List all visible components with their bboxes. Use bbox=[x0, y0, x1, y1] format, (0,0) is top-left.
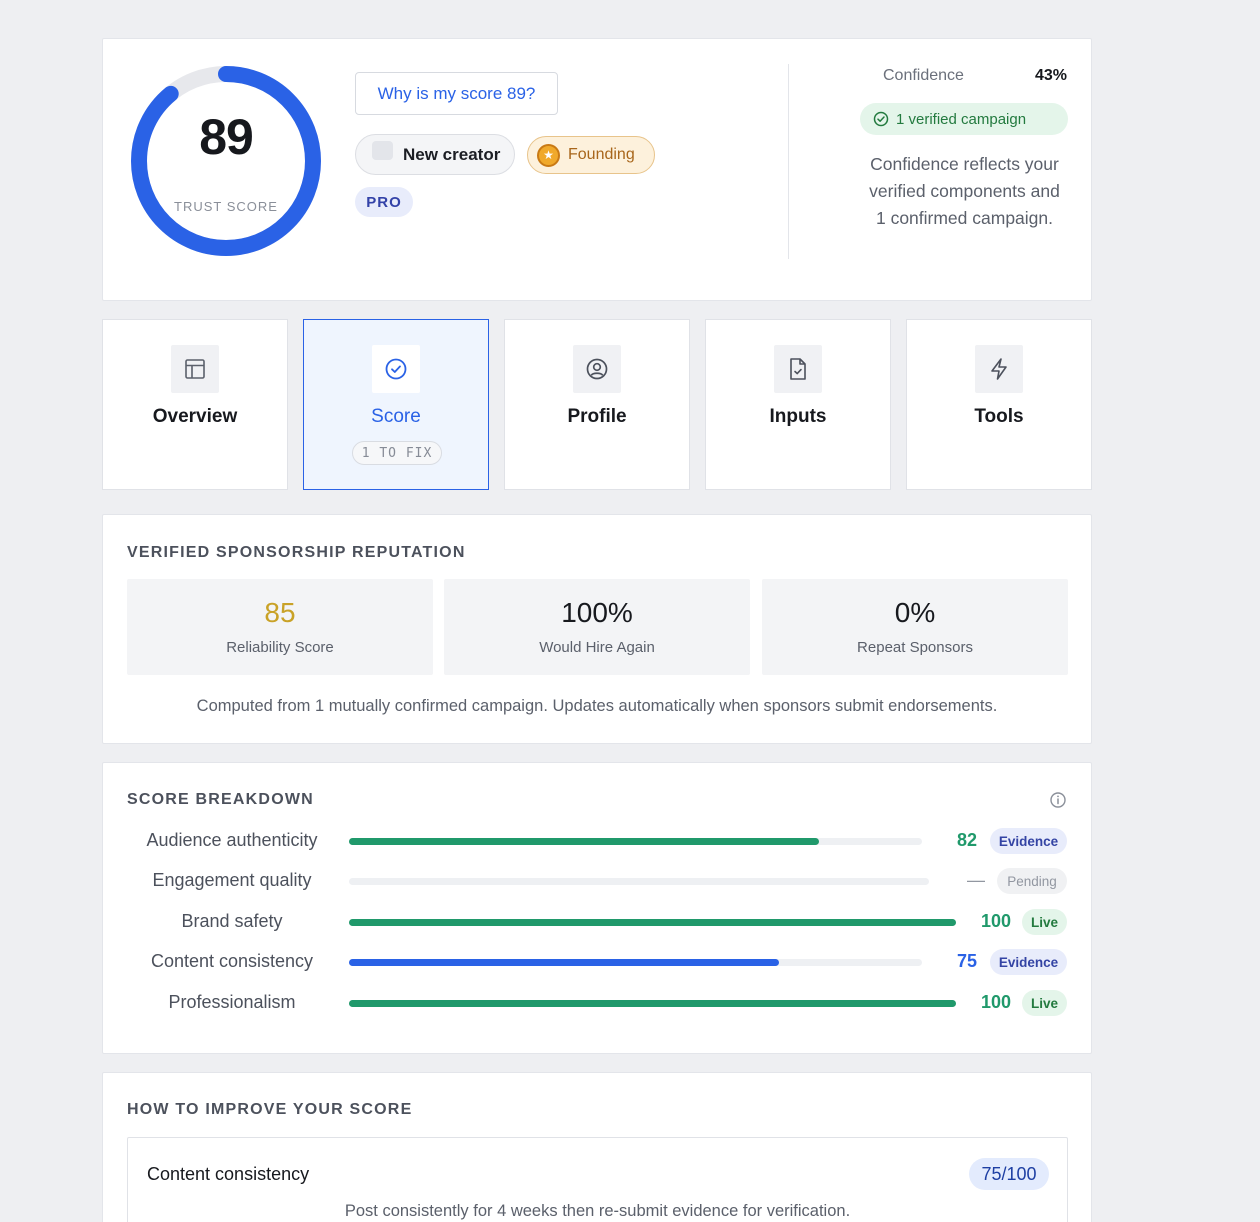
verified-campaign-pill: 1 verified campaign bbox=[860, 103, 1068, 135]
stat-value: 85 bbox=[264, 597, 296, 628]
tab-score[interactable]: Score 1 TO FIX bbox=[303, 319, 489, 490]
to-fix-badge: 1 TO FIX bbox=[352, 441, 442, 465]
sponsorship-reputation-card: VERIFIED SPONSORSHIP REPUTATION 85 Relia… bbox=[102, 514, 1092, 744]
breakdown-track bbox=[349, 1000, 956, 1007]
breakdown-label: Content consistency bbox=[150, 951, 314, 971]
improve-item-description: Post consistently for 4 weeks then re-su… bbox=[344, 1202, 851, 1220]
breakdown-label: Audience authenticity bbox=[146, 830, 318, 850]
breakdown-title: SCORE BREAKDOWN bbox=[127, 791, 314, 808]
trust-score-card: 89 TRUST SCORE Why is my score 89? New c… bbox=[102, 38, 1092, 301]
tab-tools-label: Tools bbox=[974, 406, 1024, 427]
live-tag: Live bbox=[1022, 990, 1067, 1016]
star-icon: ★ bbox=[537, 143, 560, 167]
tab-profile[interactable]: Profile bbox=[504, 319, 690, 490]
live-tag: Live bbox=[1022, 909, 1067, 935]
stat-reliability: 85 Reliability Score bbox=[127, 579, 433, 675]
new-creator-chip: New creator bbox=[355, 134, 515, 175]
breakdown-row-content-consistency: Content consistency 75 Evidence bbox=[103, 947, 1091, 977]
improve-item[interactable]: Content consistency 75/100 Post consiste… bbox=[127, 1137, 1068, 1222]
confidence-description: Confidence reflects your verified compon… bbox=[869, 154, 1060, 228]
trust-score-label: TRUST SCORE bbox=[174, 199, 278, 214]
stat-value: 100% bbox=[561, 597, 633, 628]
breakdown-label: Brand safety bbox=[181, 911, 283, 931]
founding-label: Founding bbox=[568, 146, 635, 163]
breakdown-score: 75 bbox=[956, 951, 977, 971]
breakdown-track bbox=[349, 959, 922, 966]
breakdown-track bbox=[349, 919, 956, 926]
evidence-tag: Evidence bbox=[990, 949, 1067, 975]
evidence-tag: Evidence bbox=[990, 828, 1067, 854]
stat-would-hire-again: 100% Would Hire Again bbox=[444, 579, 750, 675]
confidence-label: Confidence bbox=[883, 67, 964, 84]
lightning-icon bbox=[975, 345, 1023, 393]
why-score-button[interactable]: Why is my score 89? bbox=[355, 72, 558, 115]
stat-label: Would Hire Again bbox=[539, 639, 655, 656]
breakdown-row-brand-safety: Brand safety 100 Live bbox=[103, 907, 1091, 937]
trust-score-gauge: 89 TRUST SCORE bbox=[129, 64, 323, 258]
improve-score-card: HOW TO IMPROVE YOUR SCORE Content consis… bbox=[102, 1072, 1092, 1222]
score-breakdown-card: SCORE BREAKDOWN Audience authenticity 82… bbox=[102, 762, 1092, 1054]
reputation-title: VERIFIED SPONSORSHIP REPUTATION bbox=[127, 544, 466, 561]
tab-inputs[interactable]: Inputs bbox=[705, 319, 891, 490]
breakdown-fill bbox=[349, 919, 956, 926]
founding-chip: ★ Founding bbox=[527, 136, 655, 174]
stat-repeat-sponsors: 0% Repeat Sponsors bbox=[762, 579, 1068, 675]
pro-badge: PRO bbox=[355, 187, 413, 217]
trust-score-value: 89 bbox=[199, 109, 254, 165]
stat-value: 0% bbox=[894, 597, 936, 628]
tab-tools[interactable]: Tools bbox=[906, 319, 1092, 490]
breakdown-score: 82 bbox=[956, 830, 977, 850]
new-creator-label: New creator bbox=[403, 144, 501, 164]
breakdown-score: — bbox=[967, 870, 985, 890]
check-circle-icon bbox=[873, 111, 889, 127]
hero-divider bbox=[788, 64, 789, 259]
tab-inputs-label: Inputs bbox=[769, 406, 827, 427]
pending-tag: Pending bbox=[997, 868, 1067, 894]
improve-title: HOW TO IMPROVE YOUR SCORE bbox=[127, 1101, 413, 1118]
new-creator-icon bbox=[372, 141, 393, 160]
check-circle-icon bbox=[372, 345, 420, 393]
breakdown-track bbox=[349, 838, 922, 845]
breakdown-fill bbox=[349, 1000, 956, 1007]
confidence-value: 43% bbox=[1034, 67, 1067, 84]
layout-icon bbox=[171, 345, 219, 393]
tab-score-label: Score bbox=[371, 406, 421, 427]
tab-overview-label: Overview bbox=[152, 406, 238, 427]
improve-item-score: 75/100 bbox=[969, 1158, 1049, 1190]
breakdown-row-engagement-quality: Engagement quality — Pending bbox=[103, 866, 1091, 896]
user-circle-icon bbox=[573, 345, 621, 393]
breakdown-fill bbox=[349, 838, 819, 845]
breakdown-track bbox=[349, 878, 929, 885]
breakdown-row-audience-authenticity: Audience authenticity 82 Evidence bbox=[103, 826, 1091, 856]
breakdown-label: Engagement quality bbox=[152, 870, 312, 890]
reputation-note: Computed from 1 mutually confirmed campa… bbox=[196, 697, 998, 715]
improve-item-title: Content consistency bbox=[147, 1164, 310, 1184]
breakdown-score: 100 bbox=[980, 992, 1011, 1012]
file-check-icon bbox=[774, 345, 822, 393]
breakdown-row-professionalism: Professionalism 100 Live bbox=[103, 988, 1091, 1018]
tab-profile-label: Profile bbox=[567, 406, 627, 427]
tab-overview[interactable]: Overview bbox=[102, 319, 288, 490]
verified-campaign-label: 1 verified campaign bbox=[896, 110, 1027, 128]
breakdown-label: Professionalism bbox=[168, 992, 296, 1012]
breakdown-score: 100 bbox=[980, 911, 1011, 931]
stat-label: Repeat Sponsors bbox=[857, 639, 973, 656]
stat-label: Reliability Score bbox=[226, 639, 334, 656]
info-icon[interactable] bbox=[1049, 791, 1067, 809]
breakdown-fill bbox=[349, 959, 779, 966]
